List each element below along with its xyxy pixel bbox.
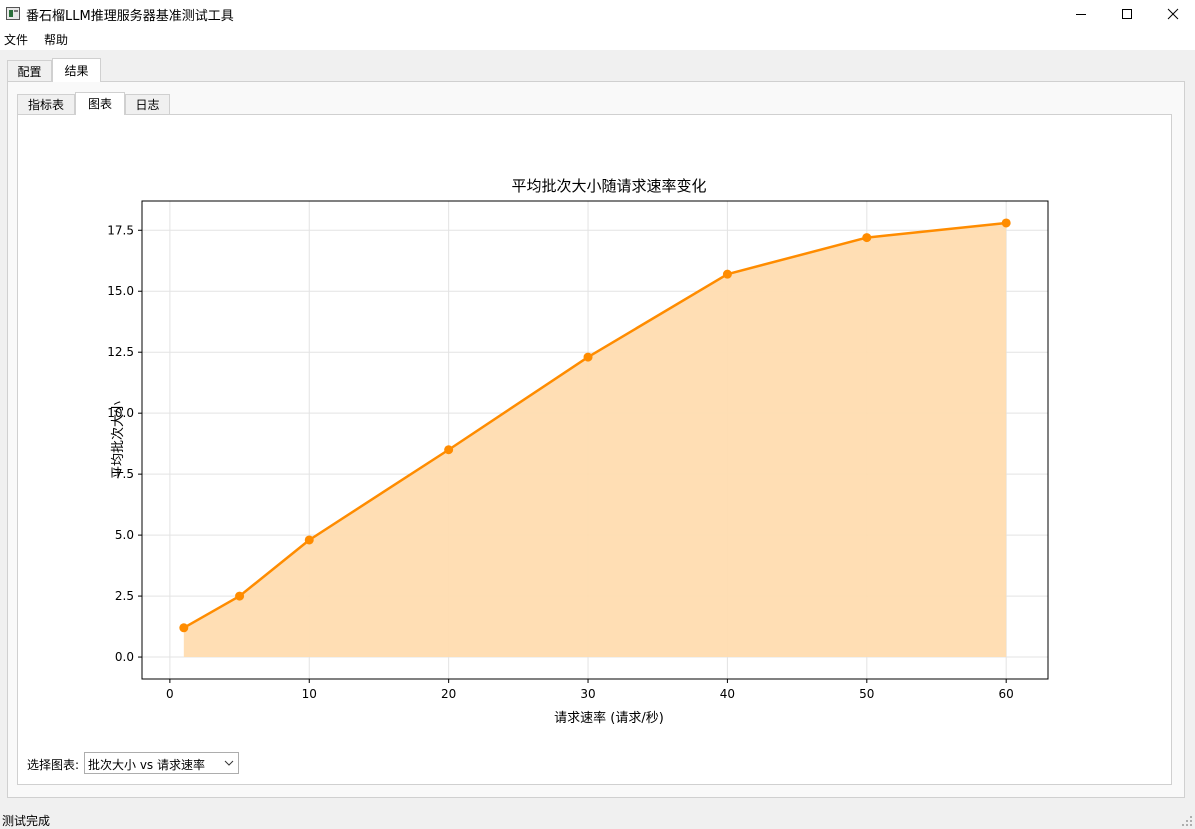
batch-size-chart: 平均批次大小随请求速率变化 0 10 20 30 40 50 600.02.55.07.51… [107, 177, 1049, 726]
status-bar: 测试完成 [0, 809, 1195, 829]
data-point [862, 233, 872, 243]
x-tick-label: 30 [580, 687, 595, 701]
resize-grip-icon[interactable] [1181, 815, 1193, 827]
y-tick-label: 0.0 [115, 650, 134, 664]
x-tick-label: 60 [999, 687, 1014, 701]
chart-selector-dropdown[interactable]: 批次大小 vs 请求速率 [84, 752, 239, 774]
x-axis-label: 请求速率 (请求/秒) [554, 710, 664, 726]
chart-selector-label: 选择图表: [27, 758, 80, 772]
app-window: 番石榴LLM推理服务器基准测试工具 文件 帮助 配置 结果 指标表 图表 日志 … [0, 0, 1195, 829]
data-point [235, 591, 245, 601]
x-tick-label: 50 [859, 687, 874, 701]
y-tick-label: 12.5 [107, 345, 134, 359]
data-point [1001, 218, 1011, 228]
x-tick-label: 40 [720, 687, 735, 701]
chart-title: 平均批次大小随请求速率变化 [511, 177, 706, 195]
data-point [304, 535, 314, 545]
tab-chart[interactable]: 图表 [75, 92, 125, 115]
chevron-down-icon [224, 760, 234, 766]
chart-selector-value: 批次大小 vs 请求速率 [88, 758, 205, 772]
data-point [583, 352, 593, 362]
y-tick-label: 2.5 [115, 589, 134, 603]
data-point [722, 269, 732, 279]
x-tick-label: 0 [166, 687, 174, 701]
chart-area-layer [179, 218, 1011, 658]
y-tick-label: 5.0 [115, 528, 134, 542]
data-point [179, 623, 189, 633]
status-text: 测试完成 [2, 814, 51, 828]
x-tick-label: 10 [302, 687, 317, 701]
data-point [444, 445, 454, 455]
y-tick-label: 17.5 [107, 223, 134, 237]
x-tick-label: 20 [441, 687, 456, 701]
tab-results[interactable]: 结果 [52, 58, 101, 82]
y-axis-label: 平均批次大小 [110, 401, 126, 479]
area-fill [183, 222, 1007, 658]
y-tick-label: 15.0 [107, 284, 134, 298]
